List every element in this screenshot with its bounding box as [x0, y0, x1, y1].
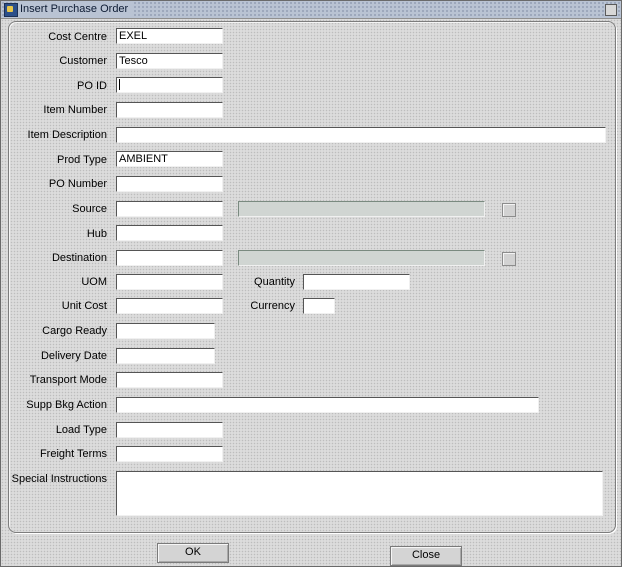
destination-lov-button[interactable] [502, 252, 516, 266]
cost-centre-label: Cost Centre [48, 31, 107, 43]
item-number-field[interactable] [116, 102, 223, 118]
customer-field[interactable]: Tesco [116, 53, 223, 69]
text-cursor [119, 79, 120, 90]
prod-type-field[interactable]: AMBIENT [116, 151, 223, 167]
delivery-date-field[interactable] [116, 348, 215, 364]
freight-terms-label: Freight Terms [39, 448, 107, 460]
currency-label: Currency [250, 300, 295, 312]
quantity-field[interactable] [303, 274, 410, 290]
insert-purchase-order-window: Insert Purchase Order Cost Centre EXEL C… [0, 0, 622, 567]
special-instructions-textarea[interactable] [116, 471, 603, 516]
cargo-ready-field[interactable] [116, 323, 215, 339]
po-number-field[interactable] [116, 176, 223, 192]
customer-label: Customer [59, 55, 107, 67]
delivery-date-label: Delivery Date [40, 350, 107, 362]
item-description-field[interactable] [116, 127, 606, 143]
po-id-field[interactable] [116, 77, 223, 93]
transport-mode-label: Transport Mode [29, 374, 107, 386]
cost-centre-field[interactable]: EXEL [116, 28, 223, 44]
destination-description-field [238, 250, 485, 266]
prod-type-label: Prod Type [57, 154, 107, 166]
source-description-field [238, 201, 485, 217]
ok-button[interactable]: OK [157, 543, 229, 563]
uom-label: UOM [81, 276, 107, 288]
special-instructions-label: Special Instructions [11, 473, 107, 485]
cargo-ready-label: Cargo Ready [42, 325, 107, 337]
unit-cost-field[interactable] [116, 298, 223, 314]
currency-field[interactable] [303, 298, 335, 314]
load-type-field[interactable] [116, 422, 223, 438]
transport-mode-field[interactable] [116, 372, 223, 388]
close-button[interactable]: Close [390, 546, 462, 566]
quantity-label: Quantity [254, 276, 295, 288]
source-lov-button[interactable] [502, 203, 516, 217]
po-number-label: PO Number [48, 178, 107, 190]
supp-bkg-action-field[interactable] [116, 397, 539, 413]
uom-field[interactable] [116, 274, 223, 290]
unit-cost-label: Unit Cost [61, 300, 107, 312]
title-bar[interactable]: Insert Purchase Order [1, 1, 621, 19]
window-icon [4, 3, 18, 17]
source-field[interactable] [116, 201, 223, 217]
destination-label: Destination [51, 252, 107, 264]
window-title: Insert Purchase Order [18, 2, 133, 17]
hub-label: Hub [86, 228, 107, 240]
window-control-box[interactable] [605, 4, 617, 16]
item-number-label: Item Number [43, 104, 107, 116]
load-type-label: Load Type [55, 424, 107, 436]
hub-field[interactable] [116, 225, 223, 241]
source-label: Source [72, 203, 107, 215]
po-id-label: PO ID [77, 80, 107, 92]
supp-bkg-action-label: Supp Bkg Action [26, 399, 107, 411]
item-description-label: Item Description [27, 129, 107, 141]
destination-field[interactable] [116, 250, 223, 266]
freight-terms-field[interactable] [116, 446, 223, 462]
